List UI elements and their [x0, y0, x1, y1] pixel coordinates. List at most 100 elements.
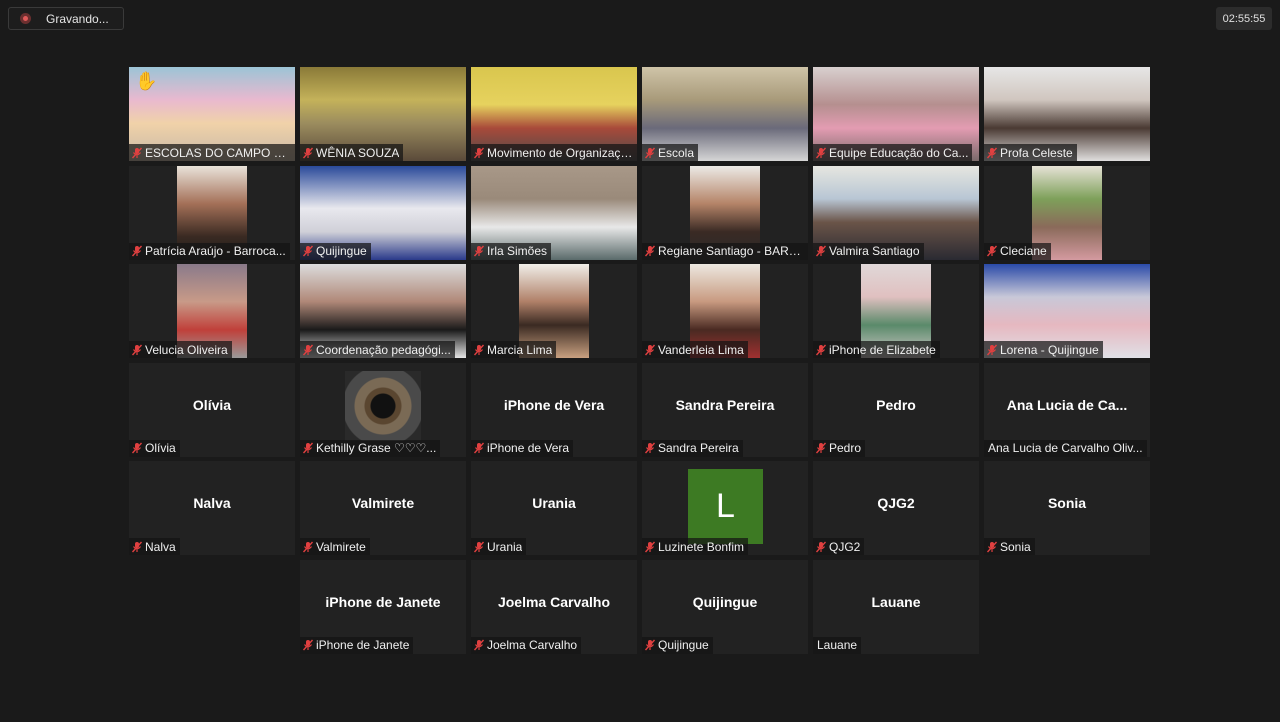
participant-display-name: iPhone de Janete — [325, 593, 441, 610]
microphone-muted-icon — [471, 538, 487, 555]
participant-name-label: Joelma Carvalho — [471, 636, 582, 654]
participant-tile[interactable]: Regiane Santiago - BARR... — [642, 165, 808, 260]
participant-name: Irla Simões — [487, 244, 548, 259]
participant-name-label: Escola — [642, 144, 699, 161]
participant-display-name: Sandra Pereira — [675, 396, 775, 413]
participant-display-name: iPhone de Vera — [503, 396, 605, 413]
participant-name-label: WÊNIA SOUZA — [300, 144, 404, 161]
participant-name: Lorena - Quijingue — [1000, 342, 1099, 357]
microphone-muted-icon — [984, 341, 1000, 358]
participant-display-name: Pedro — [876, 396, 916, 413]
participant-name: Profa Celeste — [1000, 145, 1073, 160]
meeting-timer: 02:55:55 — [1216, 7, 1272, 30]
participant-name: Olívia — [145, 441, 176, 456]
microphone-muted-icon — [300, 538, 316, 555]
participant-display-name: QJG2 — [877, 495, 915, 512]
empty-slot — [129, 560, 295, 654]
participant-display-name: Urania — [532, 495, 576, 512]
participant-tile[interactable]: Nalva Nalva — [129, 461, 295, 556]
participant-name-label: Regiane Santiago - BARR... — [642, 242, 808, 260]
participant-display-name: Nalva — [193, 495, 231, 512]
participant-tile[interactable]: Olívia Olívia — [129, 362, 295, 457]
participant-tile[interactable]: Irla Simões — [471, 165, 637, 260]
participant-tile[interactable]: Joelma Carvalho Joelma Carvalho — [471, 559, 637, 654]
participant-tile[interactable]: Cleciane — [984, 165, 1150, 260]
participant-name: Sandra Pereira — [658, 441, 739, 456]
profile-picture — [345, 370, 421, 441]
participant-tile[interactable]: Quijingue Quijingue — [642, 559, 808, 654]
participant-name: Vanderleia Lima — [658, 342, 744, 357]
participant-name: ESCOLAS DO CAMPO N... — [145, 145, 291, 160]
participant-name-label: Profa Celeste — [984, 144, 1077, 161]
participant-tile[interactable]: Urania Urania — [471, 461, 637, 556]
participant-name-label: Pedro — [813, 439, 866, 457]
participant-tile[interactable]: Sonia Sonia — [984, 461, 1150, 556]
participant-name: Lauane — [817, 638, 858, 653]
participant-display-name: Valmirete — [351, 495, 415, 512]
participant-tile[interactable]: Valmira Santiago — [813, 165, 979, 260]
participant-tile[interactable]: Coordenação pedagógi... — [300, 264, 466, 359]
participant-tile[interactable]: Patrícia Araújo - Barroca... — [129, 165, 295, 260]
microphone-muted-icon — [984, 538, 1000, 555]
microphone-muted-icon — [129, 144, 145, 161]
participant-name: Velucia Oliveira — [145, 342, 228, 357]
participant-name: Quijingue — [658, 638, 709, 653]
participant-tile[interactable]: L Luzinete Bonfim — [642, 461, 808, 556]
participant-tile[interactable]: Lauane Lauane — [813, 559, 979, 654]
microphone-muted-icon — [129, 341, 145, 358]
participant-tile[interactable]: Ana Lucia de Ca... Ana Lucia de Carvalho … — [984, 362, 1150, 457]
participant-tile[interactable]: Escola — [642, 67, 808, 161]
participant-tile[interactable]: ✋ ESCOLAS DO CAMPO N... — [129, 67, 295, 161]
participant-name: Joelma Carvalho — [487, 638, 578, 653]
participant-name-label: Patrícia Araújo - Barroca... — [129, 242, 290, 260]
participant-name-label: Lauane — [813, 636, 862, 654]
participant-tile[interactable]: Marcia Lima — [471, 264, 637, 359]
participant-name-label: Sonia — [984, 538, 1035, 556]
recording-label: Gravando... — [46, 11, 109, 26]
participant-tile[interactable]: Profa Celeste — [984, 67, 1150, 161]
participant-display-name: Olívia — [192, 396, 232, 413]
participant-tile[interactable]: Lorena - Quijingue — [984, 264, 1150, 359]
participant-tile[interactable]: Vanderleia Lima — [642, 264, 808, 359]
participant-name: Cleciane — [1000, 244, 1047, 259]
microphone-muted-icon — [642, 243, 658, 260]
participant-tile[interactable]: WÊNIA SOUZA — [300, 67, 466, 161]
participant-name-label: Equipe Educação do Ca... — [813, 144, 973, 161]
participant-display-name: Ana Lucia de Ca... — [1006, 396, 1128, 413]
participant-display-name: Quijingue — [692, 593, 758, 610]
participant-name-label: Luzinete Bonfim — [642, 538, 749, 556]
participant-display-name: Sonia — [1047, 495, 1087, 512]
microphone-muted-icon — [300, 637, 316, 654]
participant-name-label: Vanderleia Lima — [642, 341, 748, 359]
participant-display-name: Joelma Carvalho — [497, 593, 611, 610]
participant-tile[interactable]: Valmirete Valmirete — [300, 461, 466, 556]
participant-tile[interactable]: Kethilly Grase ♡♡♡... — [300, 362, 466, 457]
microphone-muted-icon — [471, 341, 487, 358]
participant-tile[interactable]: QJG2 QJG2 — [813, 461, 979, 556]
microphone-muted-icon — [813, 538, 829, 555]
participant-tile[interactable]: Quijingue — [300, 165, 466, 260]
participant-tile[interactable]: iPhone de Vera iPhone de Vera — [471, 362, 637, 457]
participant-tile[interactable]: Movimento de Organizaçã... — [471, 67, 637, 161]
participant-display-name: Lauane — [871, 593, 921, 610]
participant-tile[interactable]: iPhone de Janete iPhone de Janete — [300, 559, 466, 654]
participant-name: WÊNIA SOUZA — [316, 145, 400, 160]
participant-name: Movimento de Organizaçã... — [487, 145, 633, 160]
participant-tile[interactable]: Velucia Oliveira — [129, 264, 295, 359]
participant-name: Quijingue — [316, 244, 367, 259]
microphone-muted-icon — [813, 144, 829, 161]
recording-indicator[interactable]: Gravando... — [8, 7, 124, 30]
participant-tile[interactable]: Pedro Pedro — [813, 362, 979, 457]
participant-tile[interactable]: iPhone de Elizabete — [813, 264, 979, 359]
participant-name: Equipe Educação do Ca... — [829, 145, 969, 160]
microphone-muted-icon — [642, 637, 658, 654]
participant-tile[interactable]: Equipe Educação do Ca... — [813, 67, 979, 161]
participant-name-label: Cleciane — [984, 242, 1051, 260]
microphone-muted-icon — [813, 440, 829, 457]
participant-tile[interactable]: Sandra Pereira Sandra Pereira — [642, 362, 808, 457]
microphone-muted-icon — [129, 440, 145, 457]
participant-name: iPhone de Vera — [487, 441, 570, 456]
participant-name: Coordenação pedagógi... — [316, 342, 451, 357]
avatar: L — [688, 469, 763, 545]
microphone-muted-icon — [129, 538, 145, 555]
